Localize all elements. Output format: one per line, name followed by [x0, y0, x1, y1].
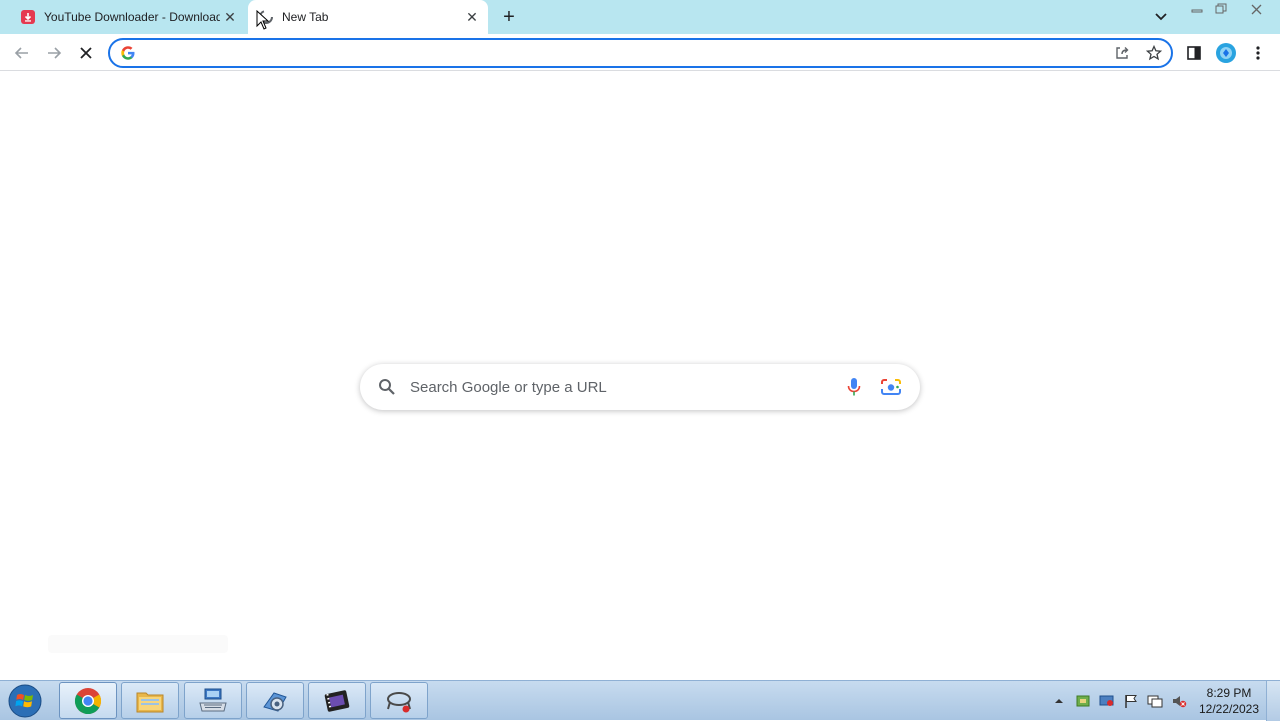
tab-strip: YouTube Downloader - Download ✕ New Tab …: [0, 0, 1280, 34]
mouse-cursor-icon: [256, 10, 270, 30]
system-tray: [1050, 689, 1188, 713]
tray-app-icon[interactable]: [1074, 692, 1092, 710]
restore-window-button[interactable]: [1208, 1, 1234, 17]
volume-muted-icon[interactable]: [1170, 692, 1188, 710]
browser-toolbar: [0, 34, 1280, 71]
side-panel-icon[interactable]: [1182, 41, 1206, 65]
taskbar-video-editor-button[interactable]: [308, 682, 366, 719]
show-desktop-button[interactable]: [1266, 681, 1280, 721]
address-bar[interactable]: [108, 38, 1173, 68]
chevron-up-icon[interactable]: [1050, 692, 1068, 710]
taskbar-chrome-button[interactable]: [59, 682, 117, 719]
menu-kebab-icon[interactable]: [1246, 41, 1270, 65]
action-center-flag-icon[interactable]: [1122, 692, 1140, 710]
google-g-icon: [121, 46, 135, 60]
network-icon[interactable]: [1146, 692, 1164, 710]
chevron-down-icon[interactable]: [1152, 8, 1170, 26]
download-icon: [20, 9, 36, 25]
share-icon[interactable]: [1113, 44, 1131, 62]
faded-placeholder: [48, 635, 228, 653]
bookmark-star-icon[interactable]: [1145, 44, 1163, 62]
tab-title: New Tab: [282, 10, 329, 24]
ntp-search-box[interactable]: [360, 364, 920, 410]
windows-start-button[interactable]: [4, 683, 46, 719]
windows-taskbar: 8:29 PM 12/22/2023: [0, 680, 1280, 721]
taskbar-settings-app-button[interactable]: [246, 682, 304, 719]
tray-monitor-icon[interactable]: [1098, 692, 1116, 710]
chrome-icon: [74, 687, 102, 714]
search-icon: [379, 379, 395, 395]
stop-loading-icon[interactable]: [74, 41, 98, 65]
address-input[interactable]: [144, 42, 1104, 64]
clock-time: 8:29 PM: [1206, 686, 1252, 700]
clock-date: 12/22/2023: [1198, 702, 1260, 716]
tab-new-tab[interactable]: New Tab ✕: [248, 0, 488, 34]
new-tab-page: [0, 71, 1280, 680]
close-window-button[interactable]: [1240, 1, 1272, 17]
minimize-window-button[interactable]: [1184, 1, 1210, 17]
taskbar-keyboard-app-button[interactable]: [184, 682, 242, 719]
close-tab-icon[interactable]: ✕: [220, 7, 240, 27]
taskbar-file-explorer-button[interactable]: [121, 682, 179, 719]
tab-youtube-downloader[interactable]: YouTube Downloader - Download ✕: [8, 0, 246, 34]
voice-search-mic-icon[interactable]: [846, 377, 862, 397]
ntp-search-input[interactable]: [410, 376, 830, 398]
profile-avatar-icon[interactable]: [1214, 41, 1238, 65]
tab-title: YouTube Downloader - Download: [44, 10, 220, 24]
close-tab-icon[interactable]: ✕: [462, 7, 482, 27]
back-arrow-icon[interactable]: [10, 41, 34, 65]
forward-arrow-icon[interactable]: [42, 41, 66, 65]
keyboard-app-icon: [199, 688, 227, 711]
network-app-icon: [387, 691, 411, 712]
settings-app-icon: [263, 691, 287, 712]
taskbar-clock[interactable]: 8:29 PM 12/22/2023: [1196, 685, 1262, 717]
new-tab-button[interactable]: +: [498, 6, 520, 28]
video-editor-icon: [324, 689, 350, 712]
file-explorer-icon: [136, 692, 164, 712]
google-lens-camera-icon[interactable]: [880, 377, 902, 397]
taskbar-network-app-button[interactable]: [370, 682, 428, 719]
